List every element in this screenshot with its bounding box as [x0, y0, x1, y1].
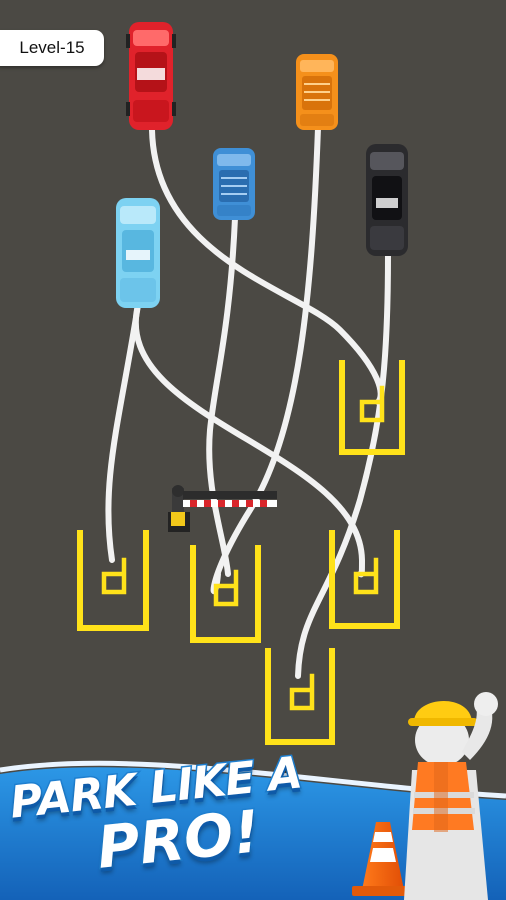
route-light-blue-2	[105, 302, 141, 563]
car-red[interactable]	[126, 22, 176, 130]
parking-marker-5	[289, 673, 315, 711]
route-light-blue	[132, 302, 366, 578]
barrier-gate[interactable]	[168, 485, 277, 532]
route-black	[295, 252, 391, 679]
car-blue[interactable]	[213, 148, 255, 220]
car-black[interactable]	[366, 144, 408, 256]
level-indicator: Level-15	[0, 30, 104, 66]
route-blue	[206, 215, 238, 577]
car-orange[interactable]	[296, 54, 338, 130]
level-label: Level-15	[19, 38, 85, 57]
parking-marker-1	[101, 557, 127, 595]
parking-bays	[77, 360, 405, 745]
car-light-blue[interactable]	[116, 198, 160, 308]
route-red	[149, 127, 384, 405]
game-stage[interactable]: Level-15 Park like a Pro!	[0, 0, 506, 900]
